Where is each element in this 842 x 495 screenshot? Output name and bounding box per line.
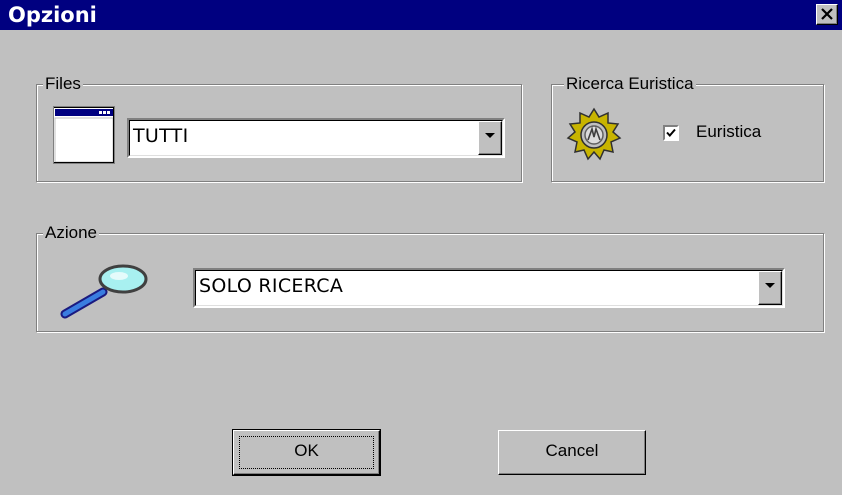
ok-button-label: OK: [294, 441, 319, 460]
euristica-label[interactable]: Euristica: [696, 122, 761, 142]
files-combobox-value: TUTTI: [133, 125, 189, 147]
chevron-down-icon[interactable]: [758, 271, 782, 305]
euristica-checkbox[interactable]: [663, 125, 679, 141]
files-combobox[interactable]: TUTTI: [127, 118, 505, 158]
heuristic-legend: Ricerca Euristica: [564, 73, 696, 95]
close-icon: [821, 8, 833, 20]
files-legend: Files: [43, 73, 83, 95]
files-group: Files TUTTI: [36, 73, 522, 182]
magnifier-icon: [60, 264, 148, 319]
cancel-button-label: Cancel: [545, 441, 599, 460]
chevron-down-icon[interactable]: [478, 121, 502, 155]
close-button[interactable]: [816, 4, 838, 25]
window-title: Opzioni: [8, 3, 97, 27]
title-bar[interactable]: Opzioni: [0, 0, 842, 30]
action-legend: Azione: [43, 222, 99, 244]
window-icon: [53, 106, 115, 164]
checkmark-icon: [666, 128, 676, 137]
action-combobox-value: SOLO RICERCA: [199, 275, 344, 297]
action-group: Azione SOLO RICERCA: [36, 222, 824, 332]
action-combobox[interactable]: SOLO RICERCA: [193, 268, 785, 308]
cancel-button[interactable]: Cancel: [498, 430, 646, 475]
heuristic-group: Ricerca Euristica Euristica: [551, 73, 824, 182]
ok-button[interactable]: OK: [232, 429, 381, 476]
gear-icon: [566, 107, 622, 161]
